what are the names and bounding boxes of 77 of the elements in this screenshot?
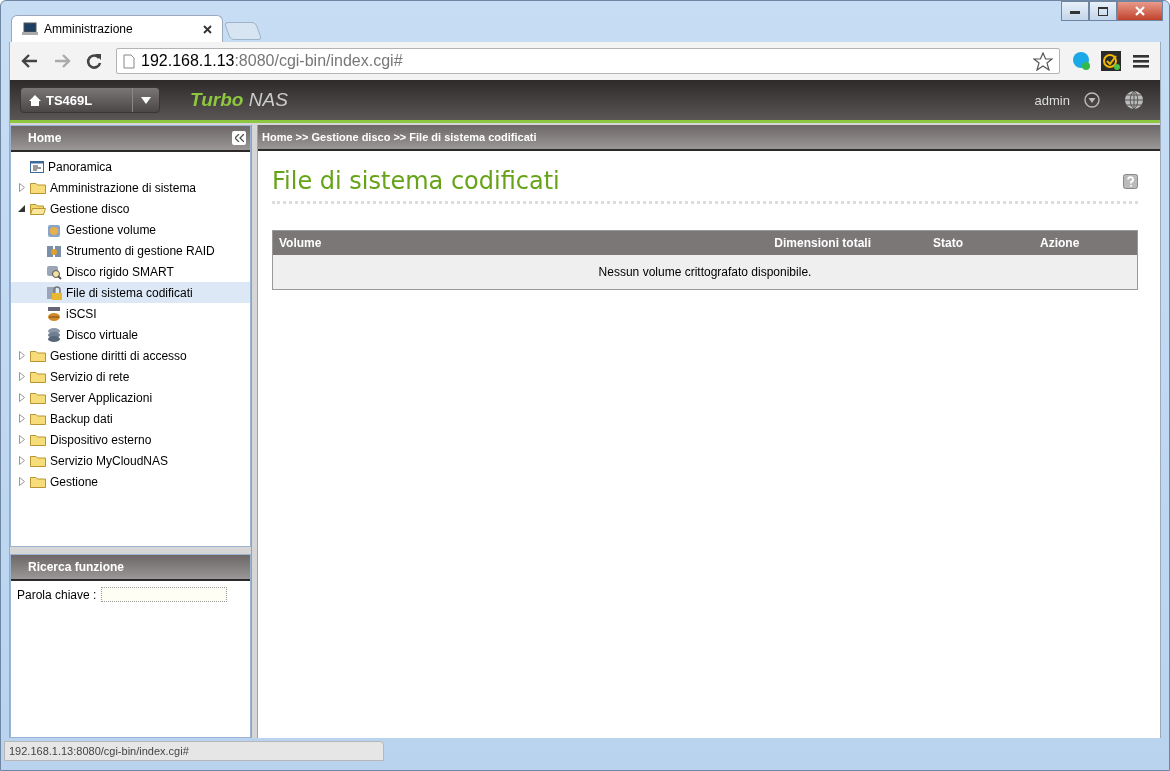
page-title: File di sistema codificati [272, 167, 560, 195]
folder-icon [30, 475, 46, 488]
forward-arrow-icon [53, 53, 71, 69]
tree-item[interactable]: Panoramica [11, 156, 250, 177]
expand-arrow-icon[interactable] [18, 477, 25, 486]
browser-tab[interactable]: Amministrazione [11, 15, 223, 42]
folder-icon [30, 433, 46, 446]
expand-arrow-icon[interactable] [18, 372, 25, 381]
address-bar[interactable]: 192.168.1.13:8080/cgi-bin/index.cgi# [116, 48, 1060, 74]
folder-icon [30, 391, 46, 404]
breadcrumb: Home >> Gestione disco >> File di sistema codificati [258, 125, 1160, 151]
overview-icon [30, 160, 44, 173]
user-name[interactable]: admin [1034, 92, 1070, 108]
tree-item[interactable]: Servizio di rete [11, 366, 250, 387]
brand-logo: Turbo NAS [190, 89, 288, 111]
tree-item[interactable]: Disco virtuale [11, 324, 250, 345]
minimize-button[interactable] [1061, 1, 1089, 21]
device-selector[interactable]: TS469L [20, 87, 160, 113]
minimize-icon [1070, 8, 1080, 14]
disk-search-icon [46, 263, 62, 280]
folder-icon [30, 181, 46, 194]
folder-icon [30, 370, 46, 383]
reload-icon [85, 52, 103, 70]
collapse-button[interactable] [232, 131, 246, 145]
panel-header: Home [11, 126, 250, 152]
tree-item[interactable]: Strumento di gestione RAID [11, 240, 250, 261]
close-tab-icon[interactable] [203, 24, 212, 34]
lock-icon [46, 284, 62, 301]
tree-item[interactable]: Amministrazione di sistema [11, 177, 250, 198]
laptop-icon [22, 22, 38, 36]
column-header: Azione [1034, 230, 1138, 255]
close-icon [1135, 6, 1145, 16]
caret-icon[interactable] [1084, 92, 1100, 108]
star-icon[interactable] [1033, 51, 1053, 71]
folder-icon [30, 454, 46, 467]
tree-item[interactable]: File di sistema codificati [11, 282, 250, 303]
status-url: 192.168.1.13:8080/cgi-bin/index.cgi# [4, 741, 384, 761]
column-header: Dimensioni totali [715, 230, 871, 255]
back-arrow-icon [21, 53, 39, 69]
empty-message: Nessun volume crittografato disponibile. [272, 255, 1138, 290]
tree-item[interactable]: iSCSI [11, 303, 250, 324]
tree-item[interactable]: Server Applicazioni [11, 387, 250, 408]
folder-icon [30, 349, 46, 362]
disk-stack-icon [46, 326, 62, 343]
tree-item[interactable]: Disco rigido SMART [11, 261, 250, 282]
expand-arrow-icon[interactable] [18, 435, 25, 444]
column-header: Volume [272, 230, 715, 255]
globe-icon[interactable] [1124, 90, 1144, 110]
folder-icon [30, 412, 46, 425]
disk-icon [46, 305, 62, 322]
close-button[interactable] [1117, 1, 1163, 21]
field-label: Parola chiave : [17, 587, 97, 602]
collapse-arrow-icon[interactable] [18, 205, 25, 212]
keyword-field[interactable] [101, 587, 228, 602]
expand-arrow-icon[interactable] [18, 456, 25, 465]
maximize-button[interactable] [1089, 1, 1117, 21]
help-icon[interactable] [1123, 173, 1138, 189]
tree-item[interactable]: Dispositivo esterno [11, 429, 250, 450]
tree-item[interactable]: Gestione diritti di accesso [11, 345, 250, 366]
caret-icon [141, 96, 151, 104]
expand-arrow-icon[interactable] [18, 393, 25, 402]
home-icon [29, 94, 41, 106]
check-extension-icon[interactable] [1098, 48, 1124, 74]
tree-item[interactable]: Gestione volume [11, 219, 250, 240]
open-folder-icon [30, 202, 46, 215]
tree-item[interactable]: Gestione [11, 471, 250, 492]
expand-arrow-icon[interactable] [18, 414, 25, 423]
expand-arrow-icon[interactable] [18, 183, 25, 192]
column-header: Stato [871, 230, 1034, 255]
maximize-icon [1098, 6, 1108, 16]
expand-arrow-icon[interactable] [18, 351, 25, 360]
tree-item[interactable]: Servizio MyCloudNAS [11, 450, 250, 471]
double-chevron-icon [234, 134, 244, 142]
tree-item[interactable]: Gestione disco [11, 198, 250, 219]
page-icon [123, 53, 135, 69]
panel-header: Ricerca funzione [28, 560, 125, 574]
tree-item[interactable]: Backup dati [11, 408, 250, 429]
